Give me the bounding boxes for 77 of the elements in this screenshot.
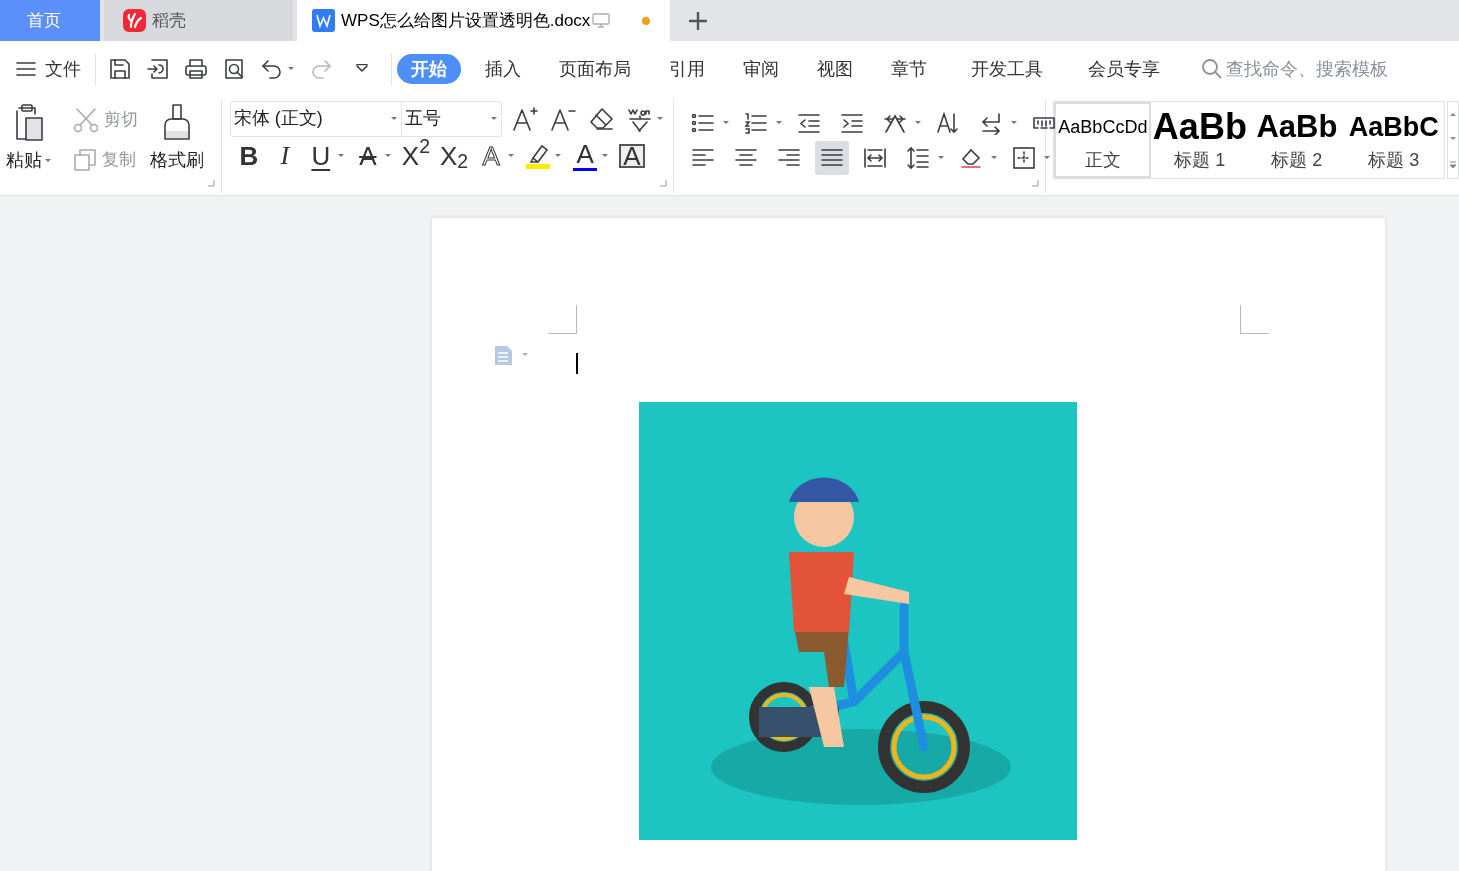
bullets-icon (691, 111, 716, 135)
file-menu[interactable]: 文件 (15, 55, 81, 83)
style-option[interactable]: AaBbC 标题 3 (1345, 102, 1443, 178)
caret-icon[interactable] (287, 66, 295, 72)
search-icon (1201, 58, 1223, 80)
writer-document-icon (312, 9, 335, 32)
font-size-dropdown[interactable]: 五号 (401, 100, 502, 137)
paste-button[interactable]: 粘贴 (3, 100, 55, 193)
title-tab[interactable]: 稻壳 (104, 0, 293, 41)
subscript-button[interactable]: X$_{2}$ (440, 139, 469, 173)
print-preview-icon[interactable] (222, 57, 246, 81)
more-styles-icon[interactable] (1449, 160, 1457, 169)
text-effect-button[interactable]: A (478, 139, 505, 173)
caret-icon[interactable] (775, 120, 784, 126)
caret-icon[interactable] (554, 153, 563, 159)
ribbon-tab[interactable]: 章节 (881, 54, 937, 84)
ribbon-tab[interactable]: 引用 (659, 54, 715, 84)
justify-button[interactable] (815, 141, 850, 175)
caret-icon[interactable] (1043, 155, 1052, 161)
borders-icon (1012, 146, 1037, 170)
ribbon-tab[interactable]: 插入 (475, 54, 531, 84)
print-icon[interactable] (184, 57, 208, 81)
style-option[interactable]: AaBbCcDd 正文 (1054, 102, 1152, 178)
highlighter-icon (525, 142, 552, 170)
caret-icon[interactable] (383, 153, 392, 159)
strikethrough-button[interactable]: A (354, 139, 381, 173)
superscript-button[interactable]: X$^{2}$ (401, 139, 430, 173)
title-tab[interactable]: WPS怎么给图片设置透明色.docx (297, 0, 670, 41)
sort-icon (936, 111, 961, 135)
numbering-icon (744, 111, 769, 135)
caret-icon[interactable] (722, 120, 731, 126)
caret-icon[interactable] (44, 157, 52, 164)
caret-icon[interactable] (1010, 120, 1019, 126)
scroll-down-icon[interactable] (1449, 136, 1457, 142)
menu-icon[interactable] (15, 60, 37, 78)
caret-icon[interactable] (489, 115, 498, 122)
italic-button[interactable]: I (271, 139, 298, 173)
caret-icon[interactable] (937, 155, 946, 161)
grow-font-icon[interactable] (511, 105, 538, 132)
line-spacing-icon (906, 146, 931, 170)
caret-icon[interactable] (336, 153, 345, 159)
scroll-up-icon[interactable] (1449, 111, 1457, 118)
ribbon-tab[interactable]: 视图 (807, 54, 863, 84)
ribbon-tab[interactable]: 审阅 (733, 54, 789, 84)
ribbon-tab[interactable]: 开发工具 (961, 54, 1053, 84)
font-name-dropdown[interactable]: 宋体 (正文) (229, 100, 402, 137)
bold-button[interactable]: B (235, 139, 262, 173)
new-tab-icon[interactable] (688, 10, 708, 31)
save-icon[interactable] (108, 57, 132, 81)
text-cursor (576, 353, 578, 374)
outdent-icon (797, 111, 822, 135)
ribbon-tab[interactable]: 会员专享 (1078, 54, 1170, 84)
format-painter-button[interactable]: 格式刷 (150, 100, 204, 193)
indent-icon (840, 111, 865, 135)
underline-button[interactable]: U (307, 139, 334, 173)
font-color-button[interactable]: A (572, 139, 599, 173)
caret-icon[interactable] (990, 155, 999, 161)
eraser-icon[interactable] (587, 105, 614, 132)
paintbrush-icon[interactable] (161, 103, 193, 143)
character-border-button[interactable]: A (619, 144, 645, 168)
caret-icon[interactable] (507, 153, 516, 159)
style-option[interactable]: AaBb 标题 2 (1248, 102, 1346, 178)
caret-icon[interactable] (655, 115, 664, 122)
caret-icon[interactable] (914, 120, 923, 126)
monitor-icon (592, 12, 611, 29)
distributed-icon (863, 146, 888, 170)
shading-icon (959, 146, 984, 170)
style-option[interactable]: AaBb 标题 1 (1151, 102, 1249, 178)
ribbon-tab[interactable]: 页面布局 (549, 54, 641, 84)
caret-icon[interactable] (601, 153, 610, 159)
customize-toolbar-icon[interactable] (355, 64, 369, 74)
undo-icon[interactable] (260, 57, 284, 81)
caret-icon[interactable] (389, 115, 398, 122)
docer-logo-icon (123, 9, 146, 32)
margin-corner-mark (548, 305, 577, 334)
export-icon[interactable] (146, 57, 170, 81)
margin-corner-mark (1240, 305, 1269, 334)
